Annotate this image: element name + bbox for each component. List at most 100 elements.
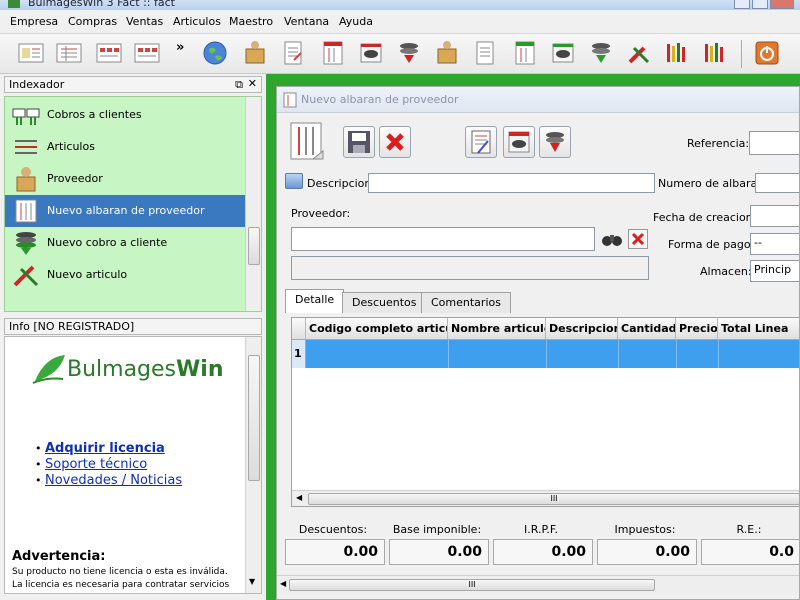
fecha-creacion-field[interactable] [750, 205, 799, 227]
menu-ventas[interactable]: Ventas [126, 15, 163, 28]
delivery-note-icon [15, 199, 37, 223]
menu-articulos[interactable]: Articulos [173, 15, 221, 28]
indexador-item-proveedor[interactable]: Proveedor [5, 163, 245, 195]
box-icon[interactable] [240, 38, 270, 68]
delete-button[interactable] [379, 126, 411, 158]
total-label-impuestos: Impuestos: [614, 523, 676, 536]
maximize-icon[interactable] [752, 0, 768, 9]
save-button[interactable] [343, 126, 375, 158]
column-header-descripcion[interactable]: Descripcion [546, 318, 618, 340]
total-label-irpf: I.R.P.F. [524, 523, 558, 536]
total-label-base: Base imponible: [392, 523, 482, 536]
globe-icon[interactable] [200, 38, 230, 68]
tools-icon[interactable] [624, 38, 654, 68]
window-titlebar[interactable]: BulmagesWin 3 Fact :: fact [0, 0, 800, 10]
link-adquirir-licencia[interactable]: Adquirir licencia [45, 441, 165, 456]
window-hscrollbar[interactable]: ◀ III [277, 575, 799, 593]
document-blank-icon[interactable] [470, 38, 500, 68]
close-panel-icon[interactable]: ✕ [248, 77, 257, 90]
cell-divider [718, 340, 719, 368]
descripcion-field[interactable] [368, 173, 655, 193]
scroll-thumb[interactable]: III [308, 493, 799, 505]
document-list-icon[interactable] [94, 38, 124, 68]
menu-compras[interactable]: Compras [68, 15, 117, 28]
document-refresh-icon[interactable] [132, 38, 162, 68]
indexador-item-label: Nuevo cobro a cliente [47, 236, 168, 249]
column-header-codigo[interactable]: Codigo completo articulo [306, 318, 448, 340]
tab-detalle[interactable]: Detalle [285, 289, 345, 313]
invoice-view-icon[interactable] [16, 38, 46, 68]
scroll-down-icon[interactable]: ▼ [249, 577, 255, 586]
total-impuestos: 0.00 [597, 539, 697, 565]
scroll-thumb[interactable]: III [289, 579, 655, 591]
cell-divider [546, 340, 547, 368]
indexador-item-nuevo-articulo[interactable]: Nuevo articulo [5, 259, 245, 291]
info-panel: BulmagesWin • Adquirir licencia • Soport… [4, 336, 262, 594]
column-header-total[interactable]: Total Linea [718, 318, 799, 340]
referencia-field[interactable] [749, 131, 799, 155]
cell-divider [618, 340, 619, 368]
column-header-cantidad[interactable]: Cantidad [618, 318, 676, 340]
almacen-select[interactable]: Princip [750, 260, 799, 282]
tab-descuentos[interactable]: Descuentos [342, 292, 427, 313]
drive-green-icon[interactable] [548, 38, 578, 68]
toolbar-overflow[interactable]: » [176, 40, 184, 55]
drive-icon[interactable] [356, 38, 386, 68]
scroll-left-icon[interactable]: ◀ [296, 493, 302, 502]
albaran-doc-icon [290, 122, 324, 160]
albaran-window-titlebar[interactable]: Nuevo albaran de proveedor [277, 87, 799, 113]
menu-empresa[interactable]: Empresa [10, 15, 58, 28]
column-header-nombre[interactable]: Nombre articulo [448, 318, 546, 340]
numero-albaran-field[interactable] [755, 173, 799, 193]
float-icon[interactable]: ⧉ [235, 78, 243, 92]
link-novedades[interactable]: Novedades / Noticias [45, 473, 182, 488]
document-icon[interactable] [278, 38, 308, 68]
menu-maestro[interactable]: Maestro [229, 15, 273, 28]
indexador-scrollbar[interactable] [245, 97, 261, 311]
menu-ventana[interactable]: Ventana [284, 15, 329, 28]
close-icon[interactable] [770, 0, 794, 9]
grid-hscrollbar[interactable]: ◀ III [292, 490, 799, 506]
import-button[interactable] [539, 126, 571, 158]
indexador-item-articulos[interactable]: Articulos [5, 131, 245, 163]
minimize-icon[interactable] [734, 0, 750, 9]
pencils-icon[interactable] [662, 38, 692, 68]
proveedor-field[interactable] [291, 227, 595, 251]
lines-grid: Codigo completo articulo Nombre articulo… [291, 317, 799, 507]
indexador-title: Indexador [9, 78, 65, 91]
proveedor-info-field [291, 256, 649, 280]
disk-button[interactable] [503, 126, 535, 158]
row-number[interactable]: 1 [292, 340, 306, 368]
power-icon[interactable] [752, 38, 782, 68]
table-row[interactable] [306, 340, 799, 368]
info-header: Info [NO REGISTRADO] [4, 318, 262, 335]
box-person-icon[interactable] [432, 38, 462, 68]
menu-ayuda[interactable]: Ayuda [339, 15, 373, 28]
main-toolbar: » [0, 34, 800, 74]
invoice-edit-icon[interactable] [54, 38, 84, 68]
red-binder-icon[interactable] [318, 38, 348, 68]
binoculars-icon [602, 235, 622, 246]
pencils-red-icon[interactable] [700, 38, 730, 68]
clear-proveedor-button[interactable] [628, 229, 648, 249]
indexador-item-nuevo-albaran[interactable]: Nuevo albaran de proveedor [5, 195, 245, 227]
forma-pago-select[interactable]: -- [750, 233, 799, 255]
green-binder-icon[interactable] [510, 38, 540, 68]
drive-download-icon[interactable] [394, 38, 424, 68]
info-scrollbar[interactable]: ▼ [245, 337, 261, 593]
money-stack-icon[interactable] [586, 38, 616, 68]
column-header-precio[interactable]: Precio [676, 318, 718, 340]
indexador-item-cobros[interactable]: Cobros a clientes [5, 99, 245, 131]
indexador-item-nuevo-cobro[interactable]: Nuevo cobro a cliente [5, 227, 245, 259]
scroll-thumb[interactable] [248, 355, 260, 481]
print-button[interactable] [465, 126, 497, 158]
link-soporte-tecnico[interactable]: Soporte técnico [45, 457, 147, 472]
referencia-label: Referencia: [687, 137, 750, 150]
total-label-descuentos: Descuentos: [298, 523, 368, 536]
scroll-left-icon[interactable]: ◀ [280, 579, 286, 588]
tab-comentarios[interactable]: Comentarios [421, 292, 511, 313]
search-proveedor-button[interactable] [601, 229, 623, 249]
scroll-thumb[interactable] [248, 227, 260, 265]
indexador-item-label: Nuevo albaran de proveedor [47, 204, 205, 217]
descripcion-toggle[interactable] [285, 173, 303, 189]
